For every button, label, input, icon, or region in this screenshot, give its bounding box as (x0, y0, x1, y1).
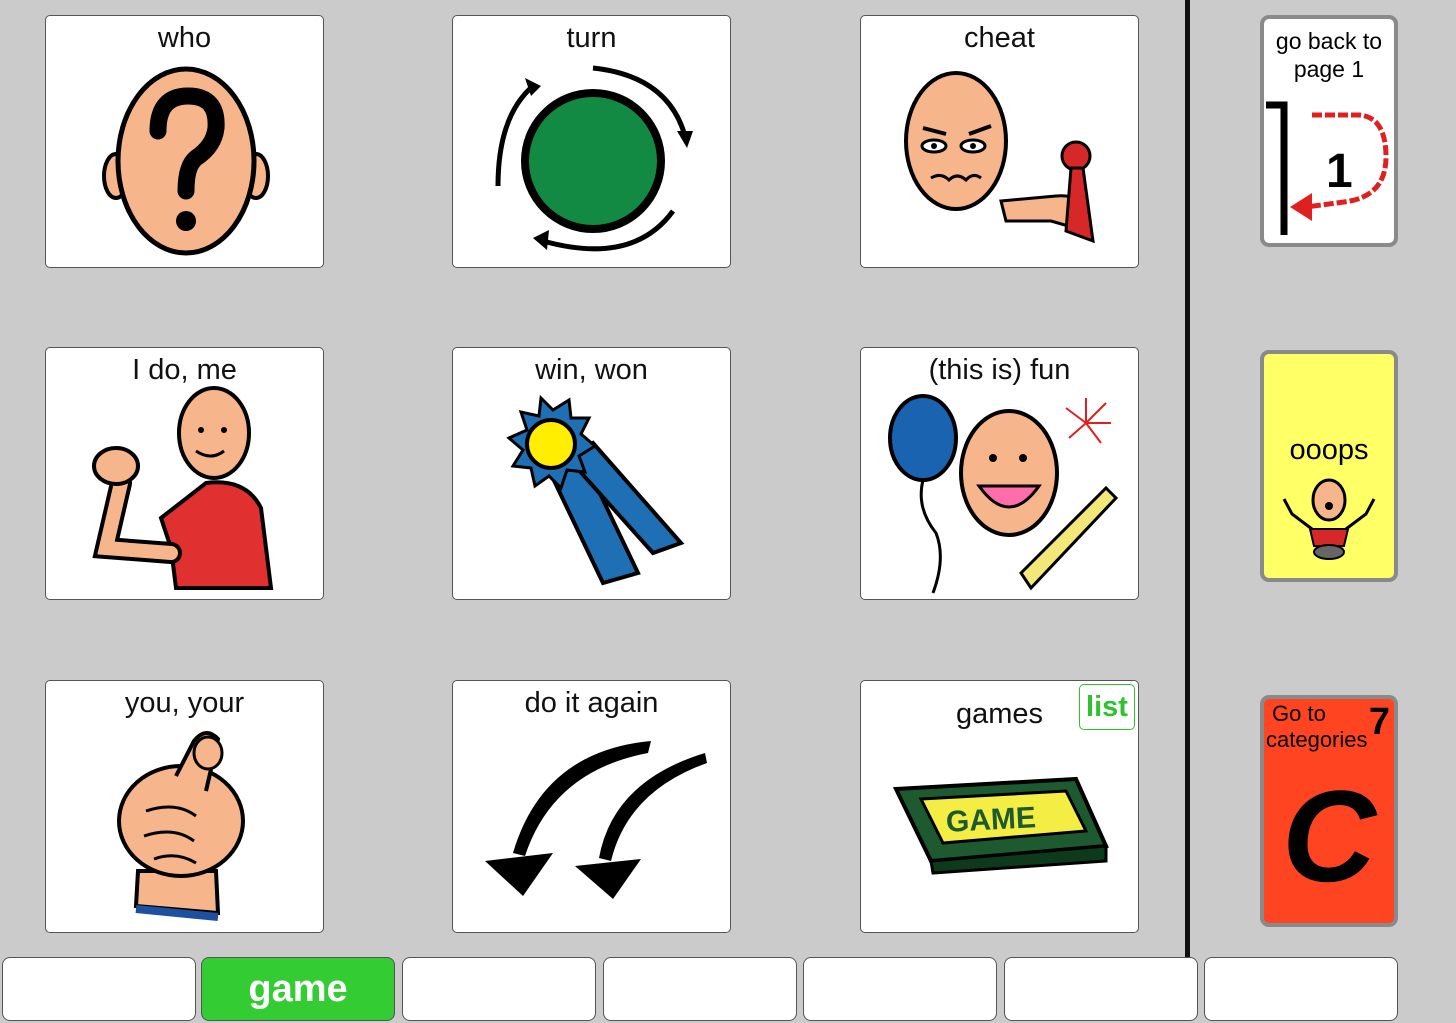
back-label-line1: go back to (1275, 28, 1383, 54)
tile-label: who (157, 22, 212, 54)
tab-label: game (248, 968, 348, 1010)
tile-i-do-me[interactable]: I do, me (45, 347, 324, 600)
back-to-page-icon: 1 (1266, 101, 1389, 235)
categories-letter: C (1282, 763, 1376, 909)
tab-blank-6[interactable] (1004, 957, 1198, 1021)
tab-blank-5[interactable] (803, 957, 997, 1021)
categories-label-line1: Go to (1272, 701, 1326, 726)
go-back-page-1-button[interactable]: go back to page 1 1 (1260, 15, 1398, 247)
tile-label: win, won (535, 354, 648, 386)
back-label-line2: page 1 (1293, 56, 1365, 82)
svg-text:GAME: GAME (945, 801, 1037, 839)
tile-label: (this is) fun (928, 354, 1071, 386)
tile-win-won[interactable]: win, won (452, 347, 731, 600)
categories-number: 7 (1368, 701, 1390, 743)
tab-game[interactable]: game (201, 957, 395, 1021)
tile-do-it-again[interactable]: do it again (452, 680, 731, 933)
tile-games[interactable]: GAME games list (860, 680, 1139, 933)
list-badge-button[interactable]: list (1079, 684, 1135, 730)
tab-blank-4[interactable] (603, 957, 797, 1021)
tab-blank-1[interactable] (2, 957, 196, 1021)
back-number: 1 (1326, 145, 1353, 198)
panel-divider (1185, 0, 1190, 958)
tile-label: you, your (124, 687, 245, 719)
tile-fun[interactable]: (this is) fun (860, 347, 1139, 600)
tile-cheat[interactable]: cheat (860, 15, 1139, 268)
tile-you-your[interactable]: you, your (45, 680, 324, 933)
tile-label: do it again (524, 687, 659, 719)
tile-label: turn (566, 22, 617, 54)
tab-blank-3[interactable] (402, 957, 596, 1021)
tab-blank-7[interactable] (1204, 957, 1398, 1021)
tile-label: cheat (964, 22, 1035, 54)
categories-label-line2: categories (1266, 727, 1368, 752)
tile-turn[interactable]: turn (452, 15, 731, 268)
tile-who[interactable]: who (45, 15, 324, 268)
oops-label: ooops (1289, 434, 1369, 466)
oops-button[interactable]: ooops (1260, 350, 1398, 582)
tile-label: I do, me (132, 354, 237, 386)
oops-person-icon (1282, 478, 1376, 560)
go-to-categories-button[interactable]: Go to categories 7 C (1260, 695, 1398, 927)
